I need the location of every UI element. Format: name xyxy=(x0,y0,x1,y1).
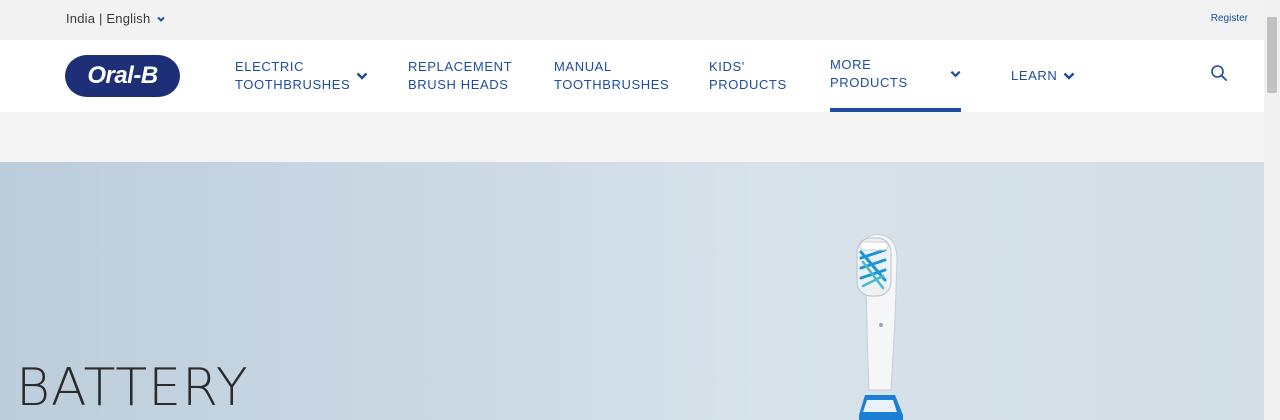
search-icon[interactable] xyxy=(1210,64,1228,82)
nav-item-replacement-brush-heads[interactable]: REPLACEMENT BRUSH HEADS xyxy=(408,40,512,112)
logo-text: Oral-B xyxy=(87,62,158,89)
nav-item-label: MORE PRODUCTS xyxy=(830,57,908,90)
nav-item-manual-toothbrushes[interactable]: MANUAL TOOTHBRUSHES xyxy=(554,40,669,112)
page-scrollbar[interactable] xyxy=(1264,0,1280,420)
chevron-down-icon xyxy=(1064,72,1075,80)
chevron-down-icon xyxy=(950,70,961,78)
hero-banner: BATTERY xyxy=(0,162,1264,420)
nav-item-label: ELECTRIC TOOTHBRUSHES xyxy=(235,59,351,92)
chevron-down-icon xyxy=(356,72,368,80)
hero-title: BATTERY xyxy=(16,358,249,418)
locale-label: India | English xyxy=(66,11,151,26)
nav-item-label: KIDS' PRODUCTS xyxy=(709,59,787,92)
main-navigation: Oral-B ELECTRIC TOOTHBRUSHES REPLACEMENT… xyxy=(0,40,1264,112)
nav-item-learn[interactable]: LEARN xyxy=(1011,40,1075,112)
nav-item-more-products[interactable]: MORE PRODUCTS xyxy=(830,40,961,112)
utility-bar: India | English Register xyxy=(0,0,1264,40)
nav-item-label: LEARN xyxy=(1011,68,1058,83)
nav-item-kids-products[interactable]: KIDS' PRODUCTS xyxy=(709,40,787,112)
scrollbar-thumb[interactable] xyxy=(1267,17,1277,93)
chevron-down-icon xyxy=(157,16,166,22)
breadcrumb-band xyxy=(0,112,1264,162)
register-link[interactable]: Register xyxy=(1211,13,1248,24)
nav-item-label: MANUAL TOOTHBRUSHES xyxy=(554,59,670,92)
nav-item-electric-toothbrushes[interactable]: ELECTRIC TOOTHBRUSHES xyxy=(235,40,368,112)
toothbrush-image xyxy=(856,233,903,420)
nav-item-label: REPLACEMENT BRUSH HEADS xyxy=(408,59,513,92)
oral-b-logo[interactable]: Oral-B xyxy=(65,55,180,97)
locale-selector[interactable]: India | English xyxy=(66,11,166,26)
